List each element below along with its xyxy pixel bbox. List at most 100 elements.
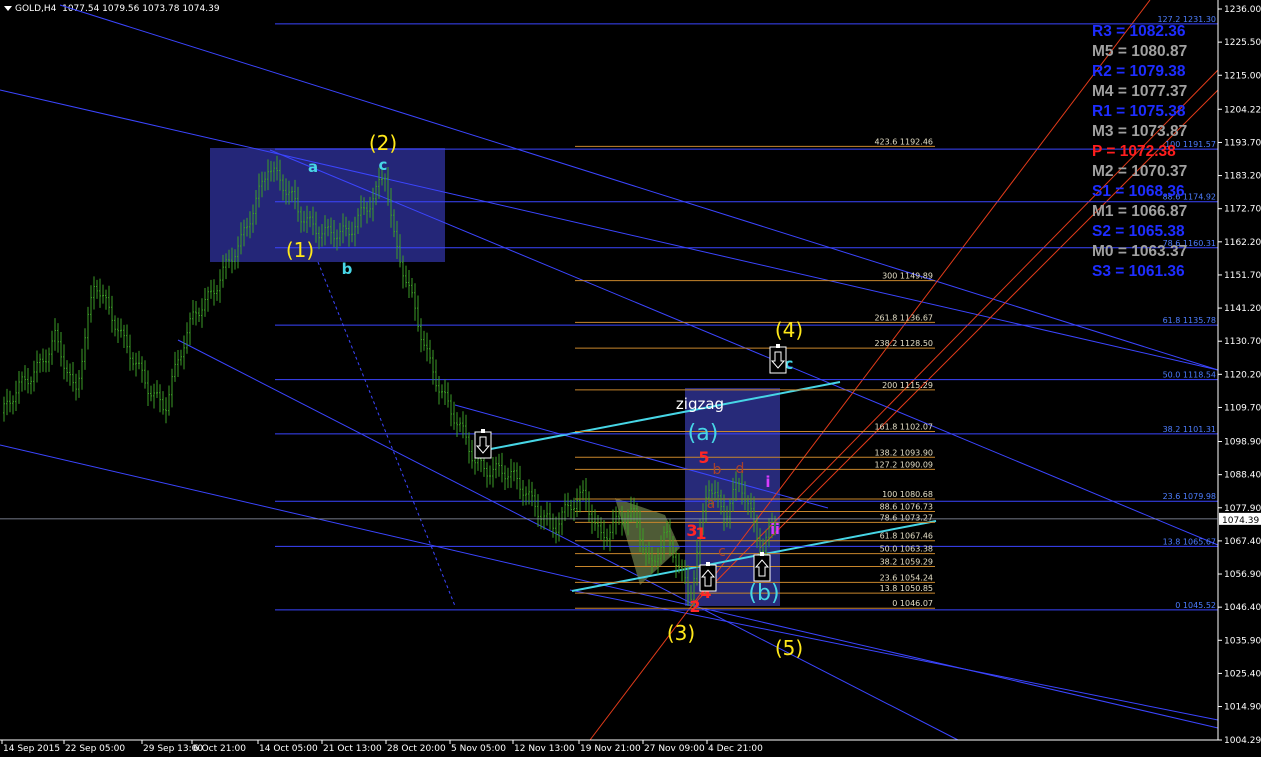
price-tick-label: 1025.40 — [1224, 669, 1261, 679]
pivot-level: M4 = 1077.37 — [1092, 83, 1188, 100]
wave-label: a — [308, 158, 318, 176]
axes-layer: 1236.00 1225.50 1215.00 1204.22 1193.70 1183.… — [0, 0, 1261, 754]
fibo-orange-label: 61.8 1067.46 — [880, 532, 933, 541]
price-tick-label: 1151.70 — [1224, 271, 1261, 281]
price-tick-label: 1215.00 — [1224, 71, 1261, 81]
pivot-level: R1 = 1075.38 — [1092, 103, 1186, 120]
price-tick-label: 1098.90 — [1224, 438, 1261, 448]
wave-label: d — [736, 461, 745, 477]
sell-arrow-icon[interactable] — [474, 429, 492, 459]
pivot-level: S1 = 1068.36 — [1092, 183, 1185, 200]
wave-label: c — [379, 156, 388, 174]
buy-arrow-icon[interactable] — [753, 552, 771, 582]
pivot-level: S2 = 1065.38 — [1092, 223, 1185, 240]
fibo-blue-label: 0 1045.52 — [1175, 601, 1216, 610]
time-tick-label: 5 Nov 05:00 — [451, 744, 506, 754]
pivot-level: M3 = 1073.87 — [1092, 123, 1188, 140]
price-tick-label: 1204.22 — [1224, 105, 1261, 115]
arrow-anchor — [760, 552, 764, 556]
wave-label: (5) — [775, 636, 803, 660]
cyan-trendline-upper — [474, 381, 841, 453]
price-tick-label: 1067.40 — [1224, 537, 1261, 547]
price-chart[interactable]: 127.2 1231.30100 1191.5788.6 1174.9278.6… — [0, 0, 1261, 757]
fibo-orange-label: 261.8 1136.67 — [874, 313, 933, 322]
fibo-orange-label: 23.6 1054.24 — [880, 573, 933, 582]
buy-arrow-icon[interactable] — [699, 562, 717, 592]
arrow-anchor — [776, 344, 780, 348]
pivot-level: M5 = 1080.87 — [1092, 43, 1188, 60]
pivot-level: P = 1072.38 — [1092, 143, 1176, 160]
fibo-orange-label: 138.2 1093.90 — [874, 448, 933, 457]
wave-label: b — [342, 260, 353, 278]
time-tick-label: 14 Sep 2015 — [3, 744, 60, 754]
pivot-level: R3 = 1082.36 — [1092, 23, 1186, 40]
pivot-levels-panel: R3 = 1082.36 M5 = 1080.87 R2 = 1079.38 M4 =… — [1092, 22, 1222, 282]
price-tick-label: 1162.20 — [1224, 238, 1261, 248]
arrow-box — [699, 564, 717, 592]
trendlines-layer — [0, 0, 1219, 741]
time-tick-label: 6 Oct 21:00 — [193, 744, 246, 754]
wave-label: 5 — [698, 448, 709, 467]
fibo-blue-label: 13.8 1065.67 — [1163, 537, 1216, 546]
wave-label: (a) — [688, 421, 719, 446]
price-tick-label: 1046.40 — [1224, 603, 1261, 613]
fibo-orange-label: 78.6 1073.27 — [880, 513, 933, 522]
fibo-orange-label: 300 1149.89 — [882, 272, 933, 281]
price-tick-label: 1077.90 — [1224, 504, 1261, 514]
fibo-orange-label: 50.0 1063.38 — [880, 545, 933, 554]
wave-label: 2 — [689, 597, 700, 616]
price-tick-label: 1225.50 — [1224, 38, 1261, 48]
wave-label: 3 — [686, 521, 697, 540]
fibo-blue-label: 61.8 1135.78 — [1163, 316, 1216, 325]
wave-label: a — [707, 496, 716, 512]
time-tick-label: 21 Oct 13:00 — [323, 744, 382, 754]
price-tick-label: 1141.20 — [1224, 304, 1261, 314]
fibo-blue-label: 50.0 1118.54 — [1163, 371, 1216, 380]
wave-label: (3) — [667, 621, 695, 645]
pivot-level: S3 = 1061.36 — [1092, 263, 1185, 280]
wave-label: (4) — [775, 318, 803, 342]
arrow-box — [769, 346, 787, 374]
arrow-box — [474, 431, 492, 459]
fibo-orange-label: 200 1115.29 — [882, 381, 933, 390]
time-tick-label: 22 Sep 05:00 — [65, 744, 125, 754]
price-tick-label: 1004.29 — [1224, 736, 1261, 746]
time-tick-label: 14 Oct 05:00 — [259, 744, 318, 754]
price-tick-label: 1236.00 — [1224, 5, 1261, 15]
price-tick-label: 1088.40 — [1224, 471, 1261, 481]
wave-label: (2) — [369, 131, 397, 155]
fibo-orange-label: 13.8 1050.85 — [880, 584, 933, 593]
pivot-level: R2 = 1079.38 — [1092, 63, 1186, 80]
current-price-label: 1074.39 — [1222, 516, 1259, 526]
pivot-level: M2 = 1070.37 — [1092, 163, 1188, 180]
time-tick-label: 28 Oct 20:00 — [387, 744, 446, 754]
fibo-orange-label: 161.8 1102.07 — [874, 423, 933, 432]
fibo-orange-label: 38.2 1059.29 — [880, 557, 933, 566]
wave-label: ii — [770, 522, 780, 538]
price-tick-label: 1130.70 — [1224, 337, 1261, 347]
time-tick-label: 19 Nov 21:00 — [580, 744, 641, 754]
pivot-level: M0 = 1063.37 — [1092, 243, 1188, 260]
price-tick-label: 1120.20 — [1224, 370, 1261, 380]
time-tick-label: 27 Nov 09:00 — [644, 744, 705, 754]
fibo-orange-label: 238.2 1128.50 — [874, 339, 933, 348]
trendline — [0, 444, 1219, 729]
arrow-anchor — [481, 429, 485, 433]
wave-label: (1) — [286, 238, 314, 262]
price-tick-label: 1035.90 — [1224, 636, 1261, 646]
fibo-orange-label: 0 1046.07 — [892, 599, 933, 608]
arrow-box — [753, 554, 771, 582]
wave-label: i — [765, 473, 770, 491]
wave-label: c — [718, 544, 726, 560]
trendline — [0, 89, 1219, 371]
price-tick-label: 1056.90 — [1224, 570, 1261, 580]
arrow-anchor — [706, 562, 710, 566]
fibo-orange-label: 88.6 1076.73 — [880, 502, 933, 511]
time-tick-label: 12 Nov 13:00 — [514, 744, 575, 754]
sell-arrow-icon[interactable] — [769, 344, 787, 374]
price-tick-label: 1183.20 — [1224, 172, 1261, 182]
pivot-level: M1 = 1066.87 — [1092, 203, 1188, 220]
price-tick-label: 1193.70 — [1224, 138, 1261, 148]
price-tick-label: 1109.70 — [1224, 403, 1261, 413]
wave-label: zigzag — [676, 395, 724, 413]
